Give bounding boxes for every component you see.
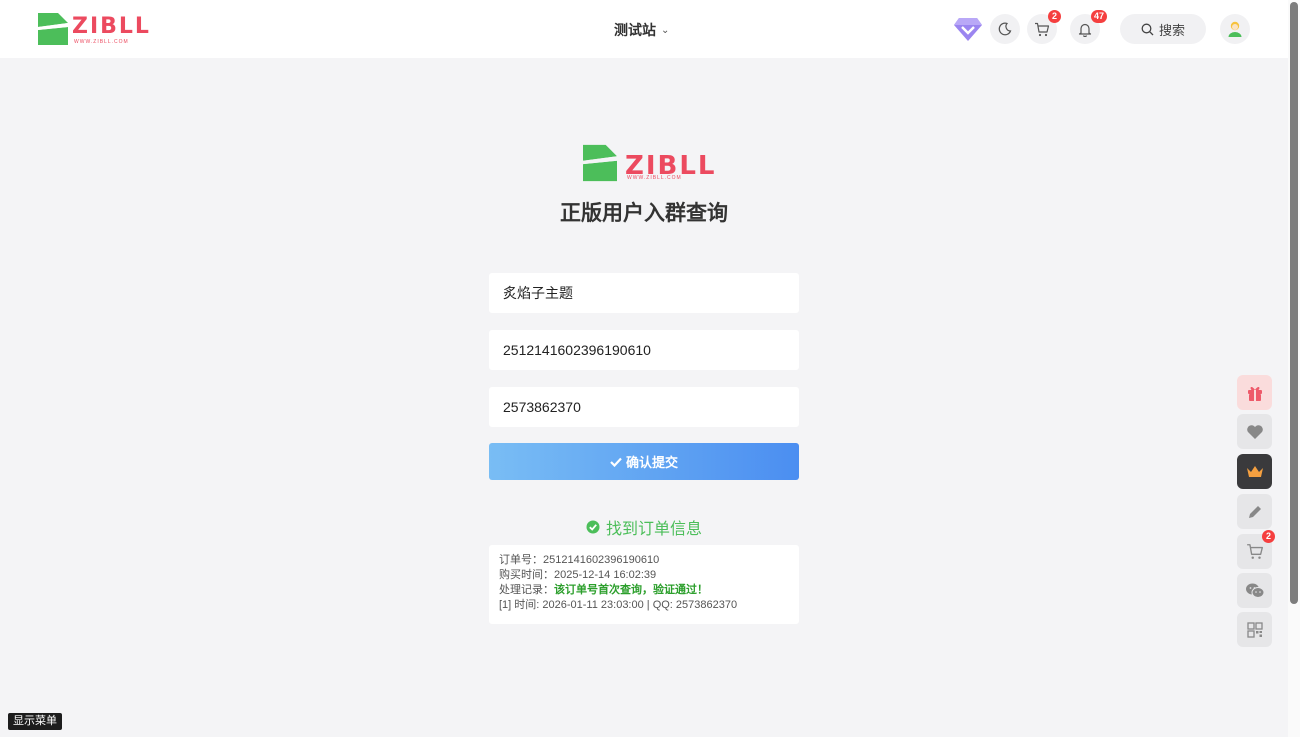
order-number-field[interactable] xyxy=(489,330,799,370)
check-icon xyxy=(610,457,622,467)
logo-text: ZIBLL xyxy=(72,14,151,39)
cart-icon xyxy=(1246,544,1263,559)
moon-icon xyxy=(998,22,1012,36)
process-record-value: 该订单号首次查询，验证通过！ xyxy=(554,584,708,596)
qq-number-field[interactable] xyxy=(489,387,799,427)
submit-button[interactable]: 确认提交 xyxy=(489,443,799,480)
page-scrollbar[interactable] xyxy=(1288,0,1300,737)
wechat-button[interactable] xyxy=(1237,573,1272,608)
site-switch-menu[interactable]: 测试站 ⌄ xyxy=(614,20,669,40)
notification-count-badge: 47 xyxy=(1091,10,1108,23)
site-logo[interactable]: ZIBLL WWW.ZIBLL.COM xyxy=(38,12,149,46)
crown-icon xyxy=(1246,466,1263,477)
brand-logo: ZIBLL WWW.ZIBLL.COM xyxy=(583,143,714,185)
submit-label: 确认提交 xyxy=(625,455,678,470)
site-menu-label: 测试站 xyxy=(614,22,656,38)
search-label: 搜索 xyxy=(1158,22,1185,38)
check-circle-icon xyxy=(586,520,600,534)
purchase-time-value: 2025-12-14 16:02:39 xyxy=(554,569,657,581)
notification-button[interactable]: 47 xyxy=(1070,10,1108,44)
gift-icon xyxy=(1247,386,1262,401)
gift-button[interactable] xyxy=(1237,375,1272,410)
logo-mark-icon xyxy=(38,13,68,45)
order-number-line: 订单号：2512141602396190610 xyxy=(499,553,789,568)
vip-diamond-icon[interactable] xyxy=(954,16,982,42)
process-record-line: 处理记录：该订单号首次查询，验证通过！ xyxy=(499,583,789,598)
cart-icon xyxy=(1035,22,1050,36)
float-cart-badge: 2 xyxy=(1262,530,1275,543)
logo-subtext: WWW.ZIBLL.COM xyxy=(74,39,129,45)
favorite-button[interactable] xyxy=(1237,414,1272,449)
page-title: 正版用户入群查询 xyxy=(560,202,728,225)
chevron-down-icon: ⌄ xyxy=(661,24,670,36)
search-icon xyxy=(1141,23,1154,35)
product-name-field[interactable] xyxy=(489,273,799,313)
pencil-icon xyxy=(1248,505,1261,518)
result-heading: 找到订单信息 xyxy=(0,515,1288,539)
result-title-text: 找到订单信息 xyxy=(605,521,702,538)
wechat-icon xyxy=(1245,583,1264,598)
query-record-line: [1] 时间: 2026-01-11 23:03:00 | QQ: 257386… xyxy=(499,599,738,611)
brand-logo-subtext: WWW.ZIBLL.COM xyxy=(627,175,682,181)
edit-button[interactable] xyxy=(1237,494,1272,529)
purchase-time-label: 购买时间： xyxy=(499,569,554,581)
scrollbar-thumb[interactable] xyxy=(1290,2,1298,604)
heart-icon xyxy=(1246,424,1263,439)
show-menu-button[interactable]: 显示菜单 xyxy=(8,713,62,730)
user-avatar-icon xyxy=(1228,21,1242,37)
qrcode-button[interactable] xyxy=(1237,612,1272,647)
order-number-value: 2512141602396190610 xyxy=(543,554,660,566)
process-record-label: 处理记录： xyxy=(499,584,554,596)
qrcode-icon xyxy=(1246,621,1263,638)
cart-button[interactable]: 2 xyxy=(1027,10,1061,44)
bell-icon xyxy=(1078,23,1092,37)
dark-mode-toggle[interactable] xyxy=(990,14,1020,44)
result-details-box: 订单号：2512141602396190610 购买时间：2025-12-14 … xyxy=(489,545,799,624)
vip-crown-button[interactable] xyxy=(1237,454,1272,489)
user-avatar[interactable] xyxy=(1220,14,1250,44)
brand-logo-mark-icon xyxy=(583,144,617,182)
search-button[interactable]: 搜索 xyxy=(1120,14,1206,44)
top-header: ZIBLL WWW.ZIBLL.COM 测试站 ⌄ 2 47 搜索 xyxy=(0,0,1288,58)
order-number-label: 订单号： xyxy=(499,554,543,566)
float-cart-button[interactable]: 2 xyxy=(1237,530,1275,569)
purchase-time-line: 购买时间：2025-12-14 16:02:39 xyxy=(499,568,789,583)
cart-count-badge: 2 xyxy=(1048,10,1061,23)
